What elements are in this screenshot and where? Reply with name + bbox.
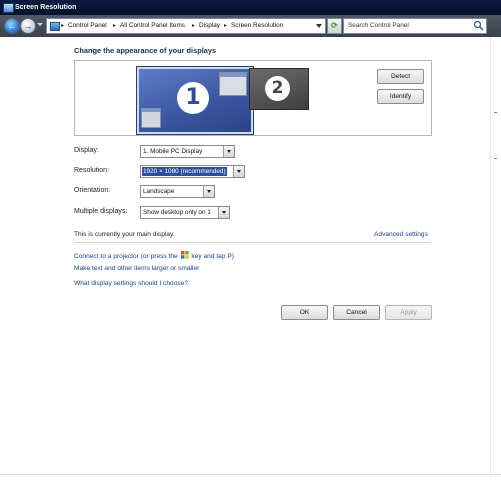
recent-pages-dropdown-icon[interactable] bbox=[37, 23, 43, 26]
advanced-settings-link[interactable]: Advanced settings bbox=[374, 231, 428, 238]
divider bbox=[74, 242, 431, 243]
multiple-displays-label: Multiple displays: bbox=[74, 208, 128, 215]
display-settings-help-link[interactable]: What display settings should I choose? bbox=[74, 280, 188, 287]
chevron-down-icon[interactable] bbox=[223, 146, 234, 157]
text-size-link[interactable]: Make text and other items larger or smal… bbox=[74, 265, 199, 272]
orientation-select[interactable]: Landscape bbox=[140, 185, 215, 198]
resolution-label: Resolution: bbox=[74, 167, 110, 174]
address-dropdown-icon[interactable] bbox=[316, 24, 322, 28]
projector-link-text-end: key and tap P) bbox=[191, 253, 234, 260]
monitor-1[interactable]: 1 bbox=[137, 67, 253, 134]
search-input[interactable]: Search Control Panel bbox=[343, 18, 487, 34]
edge-tick bbox=[494, 112, 497, 113]
breadcrumb-display[interactable]: Display bbox=[199, 22, 220, 29]
monitor-1-number: 1 bbox=[177, 82, 209, 114]
search-placeholder: Search Control Panel bbox=[348, 22, 409, 29]
breadcrumb-screen-resolution[interactable]: Screen Resolution bbox=[231, 22, 283, 29]
chevron-down-icon[interactable] bbox=[218, 207, 229, 218]
breadcrumb-separator-icon[interactable]: ▸ bbox=[61, 22, 64, 29]
title-bar: Screen Resolution bbox=[0, 0, 501, 15]
back-button[interactable]: ← bbox=[4, 18, 20, 34]
ok-button[interactable]: OK bbox=[281, 305, 328, 320]
page-heading: Change the appearance of your displays bbox=[74, 46, 217, 55]
breadcrumb-separator-icon[interactable]: ▸ bbox=[113, 22, 116, 29]
monitor-preview-window bbox=[141, 108, 161, 128]
breadcrumb-separator-icon[interactable]: ▸ bbox=[224, 22, 227, 29]
identify-button[interactable]: Identify bbox=[377, 89, 424, 104]
refresh-button[interactable]: ⟳ bbox=[327, 18, 342, 34]
edge-tick bbox=[494, 158, 497, 159]
display-select-value: 1. Mobile PC Display bbox=[143, 148, 203, 155]
orientation-label: Orientation: bbox=[74, 187, 111, 194]
breadcrumb-all-items[interactable]: All Control Panel Items bbox=[120, 22, 185, 29]
projector-link-text-start: Connect to a projector (or press the bbox=[74, 253, 178, 260]
windows-logo-icon bbox=[180, 251, 189, 259]
chevron-down-icon[interactable] bbox=[233, 166, 244, 177]
display-label: Display: bbox=[74, 147, 99, 154]
navigation-toolbar: ← → ▸ Control Panel ▸ All Control Panel … bbox=[0, 15, 501, 38]
breadcrumb-separator-icon[interactable]: ▸ bbox=[192, 22, 195, 29]
monitor-preview-window bbox=[219, 72, 247, 96]
detect-button[interactable]: Detect bbox=[377, 69, 424, 84]
control-panel-icon bbox=[50, 22, 60, 31]
search-icon[interactable] bbox=[473, 20, 484, 31]
address-bar[interactable]: ▸ Control Panel ▸ All Control Panel Item… bbox=[46, 18, 326, 34]
main-display-status: This is currently your main display. bbox=[74, 231, 175, 238]
display-select[interactable]: 1. Mobile PC Display bbox=[140, 145, 235, 158]
breadcrumb-control-panel[interactable]: Control Panel bbox=[68, 22, 107, 29]
forward-arrow-icon: → bbox=[23, 21, 33, 31]
forward-button[interactable]: → bbox=[20, 18, 36, 34]
multiple-displays-select-value: Show desktop only on 1 bbox=[143, 209, 211, 216]
orientation-select-value: Landscape bbox=[143, 188, 175, 195]
window-right-edge bbox=[490, 37, 501, 480]
window-title: Screen Resolution bbox=[15, 4, 77, 11]
control-panel-icon bbox=[3, 3, 14, 13]
monitor-2-number: 2 bbox=[265, 76, 290, 101]
connect-projector-link[interactable]: Connect to a projector (or press the key… bbox=[74, 251, 234, 260]
back-arrow-icon: ← bbox=[7, 21, 17, 31]
refresh-icon: ⟳ bbox=[331, 21, 338, 30]
resolution-select-value: 1920 × 1080 (recommended) bbox=[142, 167, 227, 176]
chevron-down-icon[interactable] bbox=[203, 186, 214, 197]
monitor-2[interactable]: 2 bbox=[249, 68, 309, 110]
apply-button[interactable]: Apply bbox=[385, 305, 432, 320]
multiple-displays-select[interactable]: Show desktop only on 1 bbox=[140, 206, 230, 219]
cancel-button[interactable]: Cancel bbox=[333, 305, 380, 320]
resolution-select[interactable]: 1920 × 1080 (recommended) bbox=[140, 165, 245, 178]
